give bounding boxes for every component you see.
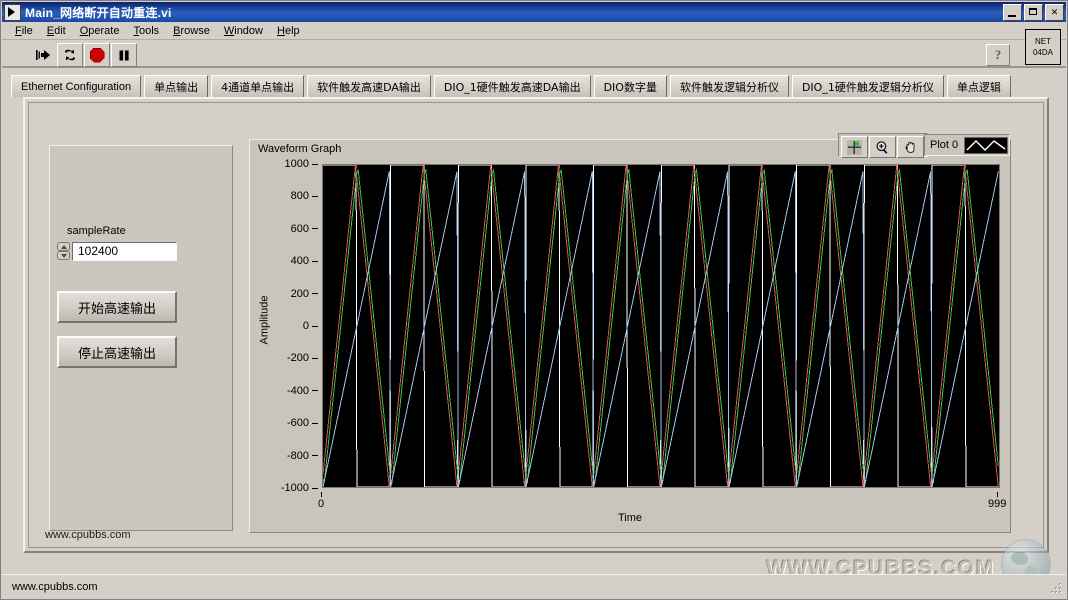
graph-palette [838,133,928,158]
plot-legend-label: Plot 0 [930,139,959,151]
maximize-button[interactable] [1024,3,1043,21]
menu-item-tools[interactable]: Tools [126,24,166,38]
sample-rate-control[interactable]: 102400 [57,241,177,261]
sample-rate-label: sampleRate [67,225,126,237]
net-badge-line2: 04DA [1032,48,1053,57]
run-arrow-icon [36,50,50,60]
y-tick: 600 [291,223,318,235]
tab-label: DIO数字量 [603,80,657,94]
crosshair-icon [847,139,862,155]
sample-rate-stepper[interactable] [57,241,70,261]
run-button[interactable] [30,43,56,67]
waveform-graph: Waveform Graph Plot 0 Amplitude 1000 800… [249,133,1011,533]
pause-icon [119,50,129,60]
tab-ethernet-configuration[interactable]: Ethernet Configuration [11,75,142,97]
tab-label: 单点输出 [154,80,199,94]
abort-octagon-icon [89,47,105,63]
graph-title: Waveform Graph [258,143,342,155]
tab-dio1-hardware-trigger-da-output[interactable]: DIO_1硬件触发高速DA输出 [433,75,591,97]
tab-label: 软件触发高速DA输出 [317,80,421,94]
menu-item-help[interactable]: Help [270,24,307,38]
cursor-crosshair-tool[interactable] [841,136,868,158]
plot-area[interactable] [322,164,1000,488]
tab-single-point-output[interactable]: 单点输出 [144,75,209,97]
tab-label: Ethernet Configuration [21,80,132,93]
start-button-label: 开始高速输出 [77,301,156,317]
x-tick: 999 [988,492,1006,510]
tab-label: DIO_1硬件触发逻辑分析仪 [801,80,934,94]
tab-software-trigger-logic-analyzer[interactable]: 软件触发逻辑分析仪 [669,75,789,97]
menu-item-file[interactable]: File [8,24,40,38]
close-button[interactable]: ✕ [1045,3,1064,21]
tab-label: DIO_1硬件触发高速DA输出 [443,80,581,94]
menu-item-window[interactable]: Window [217,24,270,38]
labview-front-panel-window: Main_网络断开自动重连.vi ✕ File Edit Operate Too… [0,0,1068,600]
window-title: Main_网络断开自动重连.vi [25,5,172,20]
menu-item-edit[interactable]: Edit [40,24,73,38]
resize-grip-icon[interactable] [1049,581,1063,595]
waveform-traces [322,164,999,488]
tab-single-point-logic[interactable]: 单点逻辑 [946,75,1011,97]
menu-bar: File Edit Operate Tools Browse Window He… [2,22,1066,40]
net-module-badge: NET 04DA [1025,29,1061,65]
y-tick: -400 [287,385,318,397]
y-tick: -1000 [281,482,318,494]
title-bar: Main_网络断开自动重连.vi ✕ [2,2,1066,22]
status-watermark: www.cpubbs.com [12,580,98,593]
panel-watermark: www.cpubbs.com [45,529,131,541]
menu-label-file: ile [21,24,33,37]
toolbar: ? [2,40,1066,68]
tab-label: 软件触发逻辑分析仪 [679,80,779,94]
tab-dio-digital[interactable]: DIO数字量 [593,75,667,97]
pause-button[interactable] [111,43,137,67]
menu-item-operate[interactable]: Operate [73,24,127,38]
pan-tool[interactable] [897,136,924,158]
tab-software-trigger-da-output[interactable]: 软件触发高速DA输出 [307,75,431,97]
x-axis-label: Time [617,512,643,524]
plot-legend[interactable]: Plot 0 [924,134,1010,156]
y-tick: 0 [303,320,318,332]
run-continuously-button[interactable] [57,43,83,67]
stepper-down-icon[interactable] [57,250,70,260]
y-tick: -200 [287,352,318,364]
toolbar-button-group [30,43,138,67]
zigzag-line-icon[interactable] [964,136,1009,154]
tab-label: 单点逻辑 [956,80,1001,94]
tab-bar: Ethernet Configuration 单点输出 4通道单点输出 软件触发… [11,75,1059,97]
tab-dio1-hardware-trigger-logic-analyzer[interactable]: DIO_1硬件触发逻辑分析仪 [791,75,944,97]
context-help-button[interactable]: ? [986,44,1010,66]
y-tick: 200 [291,288,318,300]
stop-high-speed-output-button[interactable]: 停止高速输出 [57,336,177,368]
stepper-up-icon[interactable] [57,241,70,251]
x-tick: 0 [318,492,324,510]
y-tick: -600 [287,417,318,429]
abort-button[interactable] [84,43,110,67]
status-bar: www.cpubbs.com [2,574,1066,598]
y-tick: 400 [291,255,318,267]
run-continuous-icon [65,49,75,61]
y-tick: 800 [291,190,318,202]
tab-label: 4通道单点输出 [221,80,295,94]
y-axis: Amplitude 1000 800 600 400 200 0 -200 -4… [250,158,318,494]
y-axis-label: Amplitude [258,295,271,345]
menu-item-browse[interactable]: Browse [166,24,217,38]
window-controls: ✕ [1003,3,1064,21]
labview-vi-icon [4,3,21,21]
y-tick: -800 [287,450,318,462]
help-icon: ? [994,47,1002,62]
tab-4ch-single-point-output[interactable]: 4通道单点输出 [211,75,305,97]
minimize-button[interactable] [1003,3,1022,21]
magnifier-plus-icon [876,140,888,154]
start-high-speed-output-button[interactable]: 开始高速输出 [57,291,177,323]
sample-rate-input[interactable]: 102400 [72,241,177,261]
hand-icon [905,141,915,153]
stop-button-label: 停止高速输出 [77,346,156,362]
y-tick: 1000 [285,158,318,170]
zoom-tool[interactable] [869,136,896,158]
net-badge-line1: NET [1035,37,1051,46]
